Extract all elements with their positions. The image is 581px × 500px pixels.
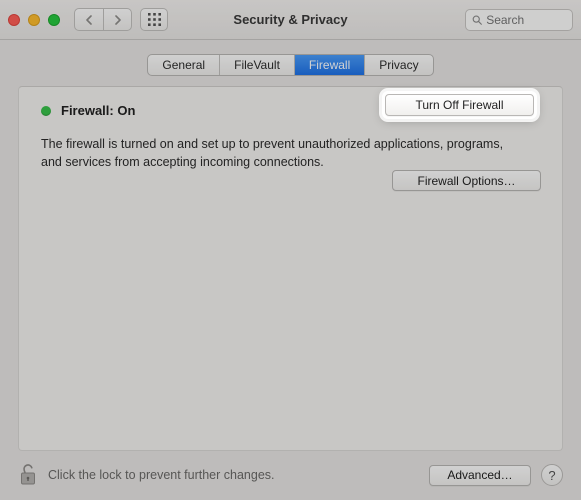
help-button[interactable]: ? — [541, 464, 563, 486]
back-button[interactable] — [75, 9, 103, 30]
minimize-window-button[interactable] — [28, 14, 40, 26]
tab-general[interactable]: General — [148, 55, 219, 75]
grid-icon — [148, 13, 161, 26]
tab-strip: General FileVault Firewall Privacy — [0, 40, 581, 86]
nav-back-forward — [74, 8, 132, 31]
search-field-wrapper[interactable] — [465, 9, 573, 31]
lock-open-icon — [18, 463, 38, 487]
tab-privacy[interactable]: Privacy — [364, 55, 432, 75]
turn-off-firewall-button[interactable]: Turn Off Firewall — [385, 94, 534, 116]
lock-hint-text: Click the lock to prevent further change… — [48, 468, 275, 482]
forward-button[interactable] — [103, 9, 131, 30]
tab-filevault[interactable]: FileVault — [219, 55, 294, 75]
chevron-right-icon — [113, 15, 122, 25]
titlebar: Security & Privacy — [0, 0, 581, 40]
status-indicator-dot — [41, 106, 51, 116]
lock-area[interactable]: Click the lock to prevent further change… — [18, 463, 275, 487]
tab-firewall[interactable]: Firewall — [294, 55, 364, 75]
footer-right: Advanced… ? — [429, 464, 563, 486]
zoom-window-button[interactable] — [48, 14, 60, 26]
search-input[interactable] — [486, 13, 566, 27]
show-all-button[interactable] — [140, 8, 168, 31]
advanced-button[interactable]: Advanced… — [429, 465, 531, 486]
chevron-left-icon — [85, 15, 94, 25]
footer: Click the lock to prevent further change… — [0, 450, 581, 500]
window-controls — [8, 14, 60, 26]
search-icon — [472, 14, 482, 26]
firewall-status-label: Firewall: On — [61, 103, 135, 118]
firewall-options-button[interactable]: Firewall Options… — [392, 170, 541, 191]
close-window-button[interactable] — [8, 14, 20, 26]
firewall-panel: Firewall: On The firewall is turned on a… — [18, 86, 563, 451]
firewall-description: The firewall is turned on and set up to … — [41, 135, 521, 171]
segmented-tabs: General FileVault Firewall Privacy — [147, 54, 433, 76]
